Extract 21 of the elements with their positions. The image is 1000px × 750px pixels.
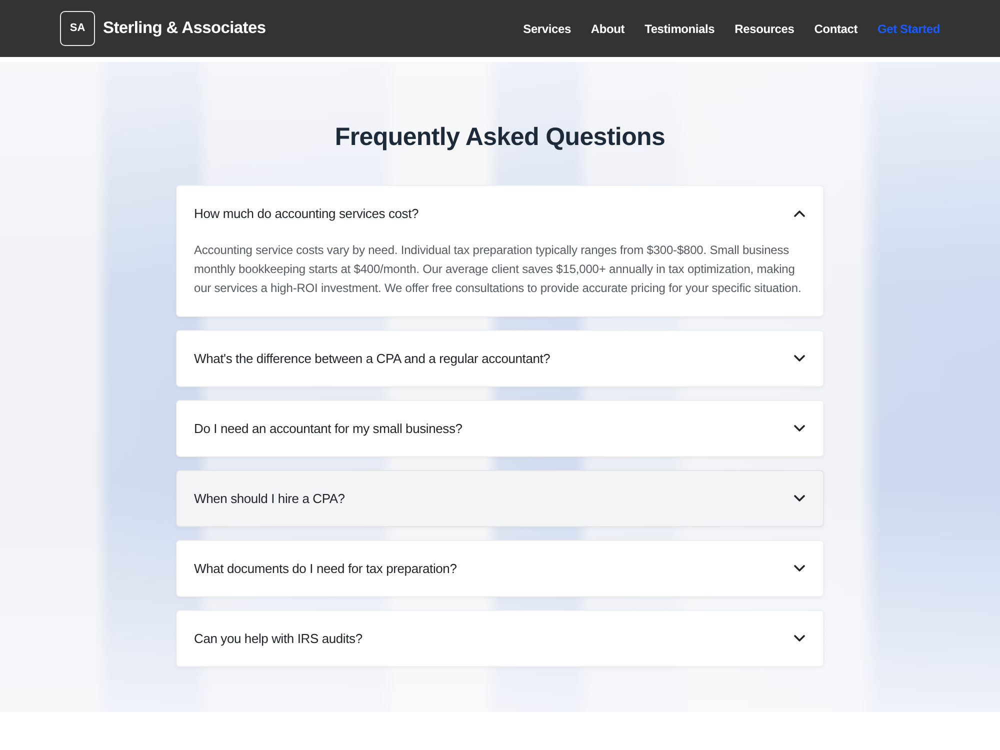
chevron-down-icon (794, 495, 805, 502)
nav-link-item[interactable]: About (590, 20, 625, 38)
nav-link-item[interactable]: Contact (814, 20, 858, 38)
faq-question-toggle[interactable]: What documents do I need for tax preparation? (177, 541, 823, 596)
nav-link-item[interactable]: Services (523, 20, 571, 38)
nav-link-item[interactable]: Testimonials (644, 20, 715, 38)
logo-mark: SA (60, 11, 95, 46)
faq-answer: Accounting service costs vary by need. Individual tax preparation typically ranges from $300-$800. Small business monthly bookkeeping starts at $400/month. Our average client saves $15,000+ annually in tax optimization, making our services a high-ROI investment. We offer free consultations to provide accurate pricing for your specific situation. (193, 242, 802, 297)
faq-question-toggle[interactable]: Can you help with IRS audits? (177, 611, 823, 666)
nav-link-item[interactable]: Resources (734, 20, 794, 38)
chevron-down-icon (794, 565, 805, 572)
chevron-down-icon (794, 355, 805, 362)
faq-question-toggle[interactable]: Do I need an accountant for my small business? (177, 401, 823, 456)
chevron-down-icon (794, 425, 805, 432)
chevron-down-icon (794, 635, 805, 642)
faq-heading: Frequently Asked Questions (334, 122, 666, 153)
brand-link[interactable]: Sterling & Associates (103, 16, 266, 41)
chevron-up-icon (794, 210, 805, 217)
faq-question-toggle[interactable]: When should I hire a CPA? (177, 471, 823, 526)
faq-question-toggle[interactable]: What's the difference between a CPA and a regular accountant? (177, 331, 823, 386)
faq-question-toggle[interactable]: How much do accounting services cost? (177, 186, 823, 241)
